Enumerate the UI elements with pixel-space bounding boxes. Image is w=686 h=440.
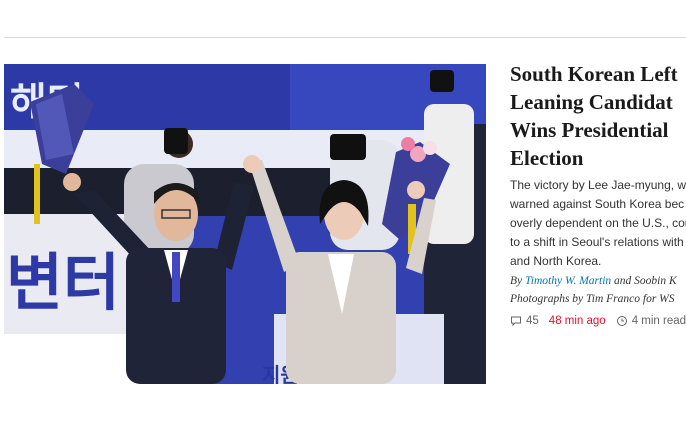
article-headline[interactable]: South Korean Left Leaning Candidat Wins …	[510, 60, 686, 172]
article-summary: The victory by Lee Jae-myung, w warned a…	[510, 178, 686, 268]
article-byline: By Timothy W. Martin and Soobin K Photog…	[510, 272, 686, 308]
byline-prefix: By	[510, 275, 526, 287]
author-link-timothy-martin[interactable]: Timothy W. Martin	[525, 275, 611, 287]
byline-second-author: and Soobin K	[611, 275, 677, 287]
comments-link[interactable]: 45	[510, 315, 539, 327]
photo-credit: Photographs by Tim Franco for WS	[510, 293, 675, 305]
comment-icon	[511, 316, 521, 327]
read-time-label: 4 min read	[631, 315, 686, 327]
timestamp: 48 min ago	[548, 315, 606, 327]
article-meta: 45 48 min ago 4 min read	[510, 313, 686, 329]
story-photo[interactable]: 해터 변터 지원	[4, 64, 486, 384]
top-divider	[4, 37, 686, 38]
read-time: 4 min read	[616, 315, 686, 327]
banner-left-text: 변터	[6, 246, 120, 319]
comments-count: 45	[526, 315, 539, 327]
clock-icon	[616, 316, 627, 326]
